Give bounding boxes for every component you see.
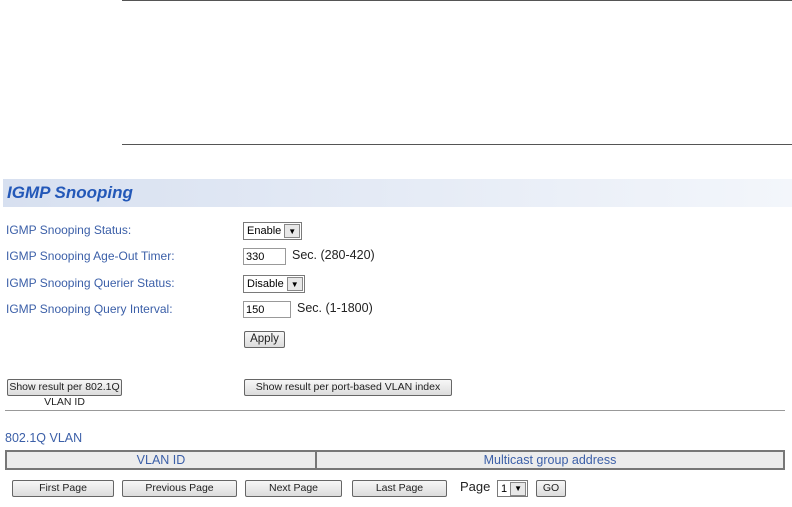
age-out-input[interactable]: 330 [243, 248, 286, 265]
top-rule [122, 0, 792, 1]
previous-page-button[interactable]: Previous Page [122, 480, 237, 497]
querier-select[interactable]: Disable ▼ [243, 275, 305, 293]
status-select[interactable]: Enable ▼ [243, 222, 303, 240]
column-vlan-id: VLAN ID [7, 452, 317, 468]
interval-input[interactable]: 150 [243, 301, 291, 318]
status-label: IGMP Snooping Status: [6, 223, 132, 237]
show-port-button[interactable]: Show result per port-based VLAN index [244, 379, 452, 396]
column-multicast: Multicast group address [483, 453, 617, 467]
status-value: Enable [247, 225, 282, 237]
last-page-button[interactable]: Last Page [352, 480, 447, 497]
age-out-unit: Sec. (280-420) [292, 248, 375, 262]
page-select[interactable]: 1 ▼ [497, 480, 529, 497]
section-header: IGMP Snooping [3, 179, 792, 207]
interval-label: IGMP Snooping Query Interval: [6, 302, 173, 316]
apply-button[interactable]: Apply [244, 331, 285, 348]
querier-value: Disable [247, 278, 284, 290]
top-rule-2 [122, 144, 792, 145]
page-value: 1 [501, 482, 508, 495]
first-page-button[interactable]: First Page [12, 480, 114, 497]
chevron-down-icon: ▼ [510, 481, 527, 496]
page-title: IGMP Snooping [7, 183, 133, 202]
go-button[interactable]: GO [536, 480, 566, 497]
section-label: 802.1Q VLAN [5, 431, 83, 445]
age-out-label: IGMP Snooping Age-Out Timer: [6, 249, 175, 263]
next-page-button[interactable]: Next Page [245, 480, 342, 497]
chevron-down-icon: ▼ [286, 277, 303, 291]
querier-label: IGMP Snooping Querier Status: [6, 276, 175, 290]
vlan-table-header: VLAN ID Multicast group address [5, 450, 785, 470]
page-label: Page [460, 479, 491, 494]
show-8021q-button[interactable]: Show result per 802.1Q VLAN ID [7, 379, 122, 408]
interval-unit: Sec. (1-1800) [297, 301, 373, 315]
divider [5, 410, 785, 411]
chevron-down-icon: ▼ [284, 224, 301, 238]
